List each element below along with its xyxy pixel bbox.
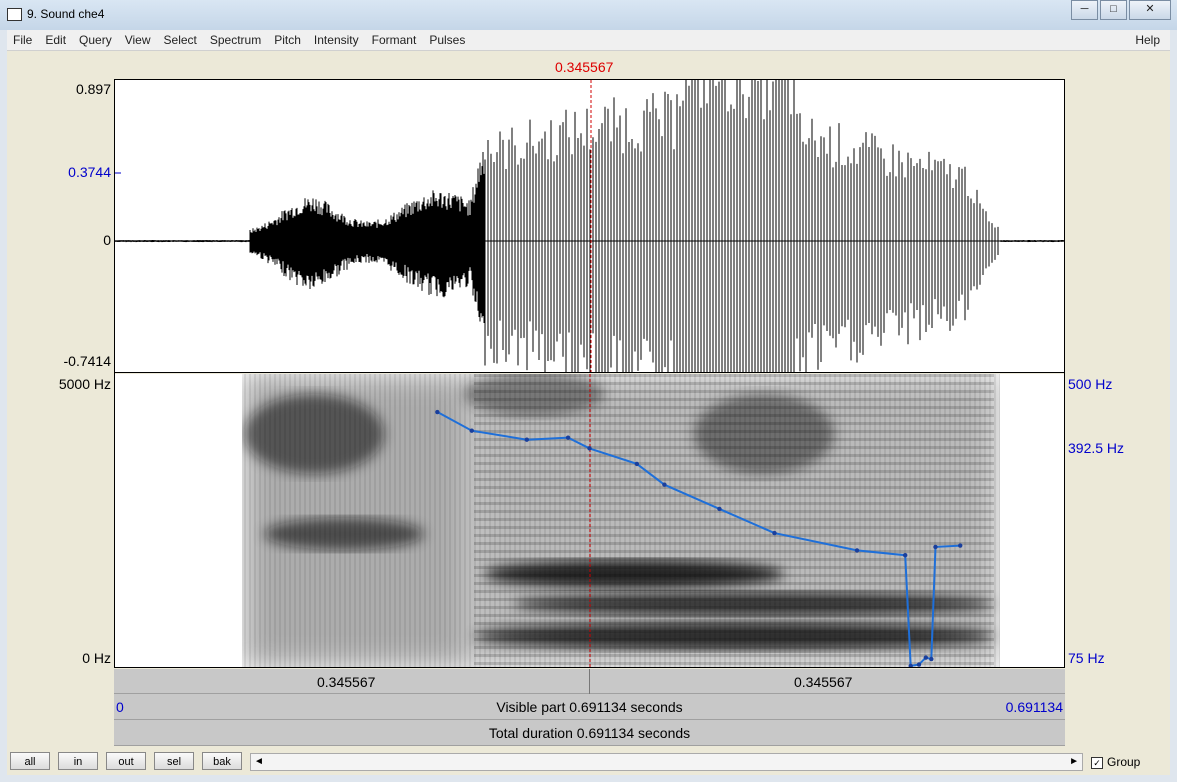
window-title: 9. Sound che4: [27, 7, 105, 21]
pitch-point: [902, 553, 908, 558]
menu-edit[interactable]: Edit: [39, 30, 73, 50]
zoom-in-button[interactable]: in: [58, 752, 98, 770]
zoom-back-button[interactable]: bak: [202, 752, 242, 770]
total-duration-label: Total duration 0.691134 seconds: [488, 725, 691, 741]
waveform-zero-label: 0: [103, 232, 111, 248]
close-button[interactable]: ✕: [1129, 0, 1171, 20]
zoom-selection-button[interactable]: sel: [154, 752, 194, 770]
scroll-right-arrow-icon[interactable]: ►: [1069, 756, 1079, 767]
spectrogram-top-freq: 5000 Hz: [58, 376, 111, 392]
pitch-point: [854, 548, 860, 553]
total-duration-bar[interactable]: Total duration 0.691134 seconds: [114, 720, 1065, 746]
menu-spectrum[interactable]: Spectrum: [204, 30, 268, 50]
pitch-point: [717, 506, 722, 512]
visible-end-time: 0.691134: [1005, 699, 1063, 715]
waveform-ymin-label: -0.7414: [63, 353, 111, 369]
waveform-panel[interactable]: [114, 79, 1065, 373]
left-segment-duration: 0.345567: [317, 674, 376, 690]
group-checkbox[interactable]: ✓: [1091, 756, 1103, 769]
app-icon: [7, 8, 22, 21]
time-scrollbar[interactable]: ◄ ►: [250, 753, 1083, 771]
pitch-point: [565, 435, 571, 440]
waveform-plot: [115, 80, 1064, 372]
menu-formant[interactable]: Formant: [366, 30, 424, 50]
selection-bar[interactable]: 0.345567 0.345567: [114, 669, 1065, 694]
pitch-point: [469, 428, 474, 433]
pitch-point: [772, 530, 777, 536]
menu-pulses[interactable]: Pulses: [423, 30, 472, 50]
menu-bar: File Edit Query View Select Spectrum Pit…: [7, 30, 1170, 51]
pitch-point: [908, 663, 913, 668]
group-toggle[interactable]: ✓ Group: [1091, 755, 1140, 769]
waveform-ymax-label: 0.897: [75, 81, 111, 97]
zoom-all-button[interactable]: all: [10, 752, 50, 770]
waveform-ycursor-label: 0.3744: [68, 164, 111, 180]
spectrogram-panel[interactable]: [114, 374, 1065, 668]
pitch-point: [435, 409, 440, 415]
minimize-button[interactable]: ─: [1071, 0, 1098, 20]
cursor-time-label: 0.345567: [555, 59, 614, 75]
sound-editor: File Edit Query View Select Spectrum Pit…: [7, 30, 1170, 775]
menu-select[interactable]: Select: [158, 30, 204, 50]
zoom-out-button[interactable]: out: [106, 752, 146, 770]
waveform-signal: [115, 80, 1064, 372]
maximize-button[interactable]: □: [1100, 0, 1127, 20]
pitch-bottom-label: 75 Hz: [1068, 650, 1105, 666]
pitch-point: [916, 662, 922, 667]
bottom-controls: all in out sel bak ◄ ► ✓ Group: [7, 748, 1170, 775]
pitch-point: [662, 482, 667, 487]
pitch-point: [929, 656, 934, 662]
group-label: Group: [1107, 755, 1141, 769]
pitch-cursor-label: 392.5 Hz: [1068, 440, 1125, 456]
segment-divider: [589, 669, 590, 694]
menu-pitch[interactable]: Pitch: [268, 30, 308, 50]
visible-part-label: Visible part 0.691134 seconds: [496, 699, 683, 715]
menu-query[interactable]: Query: [73, 30, 119, 50]
spectrogram-bottom-freq: 0 Hz: [82, 650, 111, 666]
pitch-point: [933, 544, 938, 550]
visible-part-bar[interactable]: 0 Visible part 0.691134 seconds 0.691134: [114, 694, 1065, 720]
spectrogram-plot: [114, 374, 1065, 668]
pitch-point: [524, 437, 529, 442]
pitch-point: [587, 446, 592, 451]
pitch-point: [923, 655, 929, 660]
menu-view[interactable]: View: [119, 30, 158, 50]
pitch-top-label: 500 Hz: [1068, 376, 1113, 392]
menu-help[interactable]: Help: [1135, 33, 1160, 47]
menu-file[interactable]: File: [7, 30, 39, 50]
menu-intensity[interactable]: Intensity: [308, 30, 366, 50]
scroll-left-arrow-icon[interactable]: ◄: [254, 756, 264, 767]
window-titlebar: 9. Sound che4 ─ □ ✕: [0, 0, 1177, 30]
pitch-point: [958, 543, 963, 548]
right-segment-duration: 0.345567: [794, 674, 853, 690]
pitch-point: [634, 461, 640, 467]
